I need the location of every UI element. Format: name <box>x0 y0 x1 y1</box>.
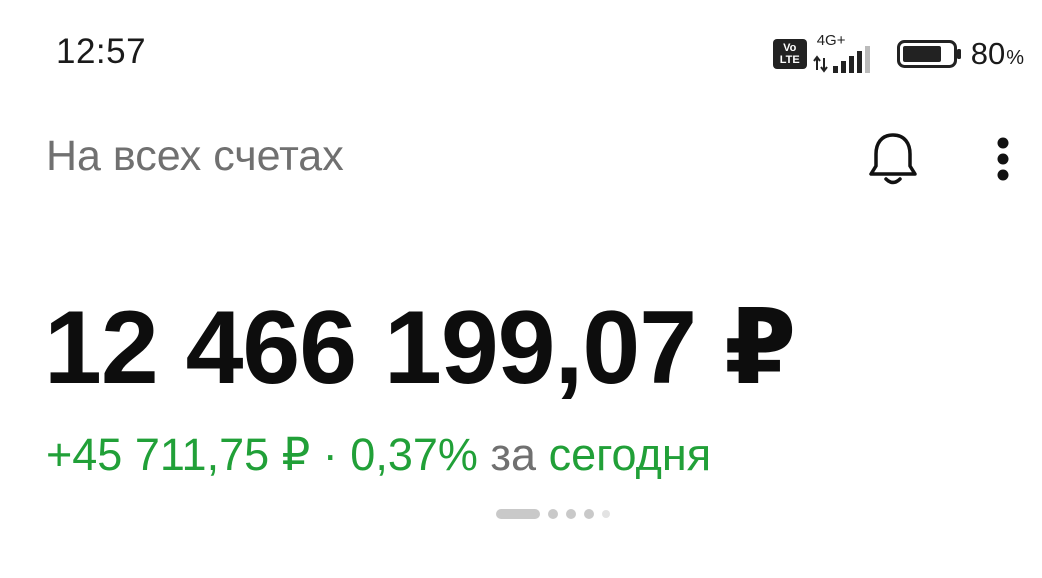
more-vertical-icon <box>997 137 1009 181</box>
status-time: 12:57 <box>56 32 147 71</box>
page-indicator-dot <box>566 509 576 519</box>
balance-change: +45 711,75 ₽ · 0,37% за сегодня <box>46 428 711 481</box>
page-title: На всех счетах <box>46 132 344 180</box>
page-indicator-dot <box>584 509 594 519</box>
status-bar: 12:57 Vo LTE 4G+ 80 % <box>0 0 1042 100</box>
signal-bars-icon <box>812 46 870 73</box>
notifications-button[interactable] <box>862 128 924 190</box>
battery-unit: % <box>1006 47 1024 69</box>
period-selector[interactable]: сегодня <box>549 429 711 480</box>
page-indicator-active <box>496 509 540 519</box>
battery-percentage: 80% <box>971 36 1024 72</box>
page-indicator-dot <box>548 509 558 519</box>
page-indicator <box>496 509 610 519</box>
page-indicator-dot <box>602 510 610 518</box>
battery-icon <box>896 40 961 68</box>
volte-top-label: Vo <box>783 42 797 54</box>
change-percent: 0,37% <box>350 429 478 480</box>
change-separator: · <box>322 429 338 480</box>
battery-value: 80 <box>970 36 1006 71</box>
volte-bottom-label: LTE <box>779 54 800 66</box>
bell-icon <box>869 133 917 185</box>
status-icons: Vo LTE 4G+ 80% <box>772 32 1024 74</box>
signal-icon: 4G+ <box>812 32 883 74</box>
change-amount: +45 711,75 ₽ <box>46 429 311 480</box>
volte-icon: Vo LTE <box>772 39 807 69</box>
period-prefix: за <box>490 429 537 480</box>
total-balance[interactable]: 12 466 199,07 ₽ <box>44 286 796 408</box>
more-options-button[interactable] <box>978 128 1028 190</box>
